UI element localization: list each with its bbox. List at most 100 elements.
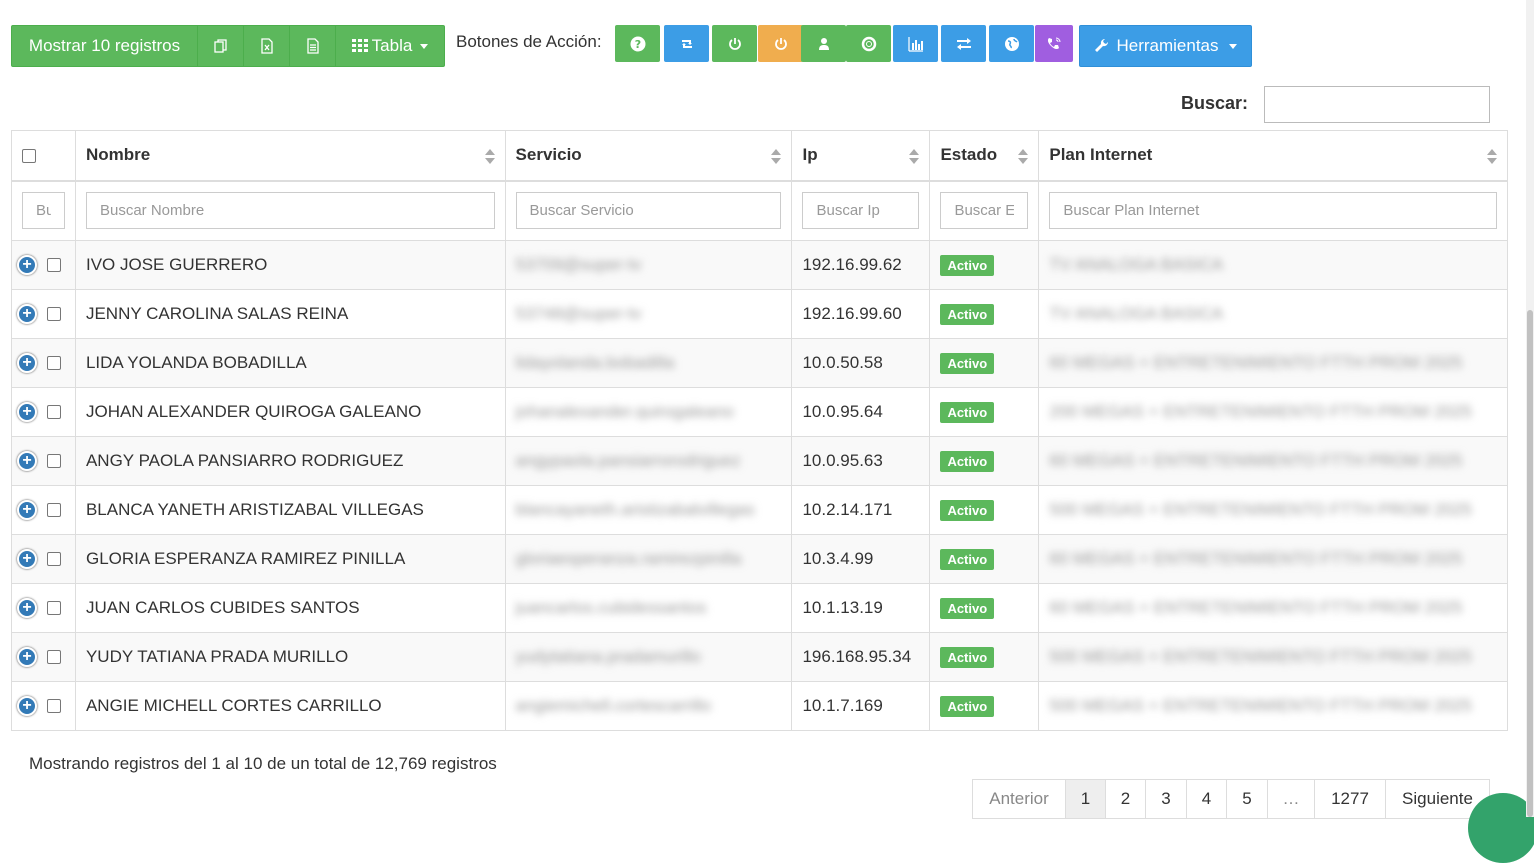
cell-ip: 10.0.50.58 [791, 338, 931, 388]
expand-row-icon[interactable]: + [17, 500, 37, 521]
pagination-previous[interactable]: Anterior [972, 779, 1066, 819]
row-checkbox[interactable] [47, 650, 61, 665]
lifebuoy-icon [861, 36, 876, 51]
cell-ip: 10.0.95.63 [791, 436, 931, 486]
table-row[interactable]: + GLORIA ESPERANZA RAMIREZ PINILLA gloriae… [11, 534, 1508, 584]
cell-ip: 10.1.7.169 [791, 681, 931, 731]
table-row[interactable]: + BLANCA YANETH ARISTIZABAL VILLEGAS blanc… [11, 485, 1508, 535]
transfer-icon [956, 37, 971, 50]
status-badge: Activo [940, 402, 995, 423]
scrollbar-thumb[interactable] [1527, 310, 1533, 817]
expand-row-icon[interactable]: + [17, 451, 37, 472]
cell-plan: 60 MEGAS + ENTRETENIMIENTO FTTH PROM 202… [1038, 436, 1508, 486]
cell-servicio: 53709@super-tv [504, 240, 793, 290]
table-row[interactable]: + JENNY CAROLINA SALAS REINA 53748@super-t… [11, 289, 1508, 339]
expand-row-icon[interactable]: + [17, 647, 37, 668]
expand-row-icon[interactable]: + [17, 549, 37, 570]
column-header-estado[interactable]: Estado [929, 130, 1040, 182]
stats-button[interactable] [893, 25, 938, 62]
row-checkbox[interactable] [47, 454, 61, 469]
filter-input-nombre[interactable] [85, 192, 495, 230]
cell-nombre: ANGIE MICHELL CORTES CARRILLO [74, 681, 506, 731]
row-checkbox[interactable] [47, 601, 61, 616]
row-checkbox[interactable] [47, 307, 61, 322]
csv-button[interactable] [290, 25, 336, 67]
power-icon [728, 37, 741, 50]
select-all-checkbox[interactable] [22, 148, 36, 163]
cell-estado: Activo [929, 240, 1040, 290]
cell-servicio: johanalexander.quirogaleano [504, 387, 793, 437]
transfer-button[interactable] [941, 25, 986, 62]
table-row[interactable]: + YUDY TATIANA PRADA MURILLO yudytatiana.p… [11, 632, 1508, 682]
row-checkbox[interactable] [47, 503, 61, 518]
question-icon: ? [630, 36, 645, 51]
retweet-button[interactable] [664, 25, 709, 62]
pagination-page[interactable]: 4 [1187, 779, 1227, 819]
filter-input-plan[interactable] [1049, 192, 1497, 230]
cell-servicio: 53748@super-tv [504, 289, 793, 339]
chat-widget-button[interactable] [1468, 793, 1534, 863]
pagination-page[interactable]: 2 [1106, 779, 1146, 819]
expand-row-icon[interactable]: + [17, 255, 37, 276]
filter-input-select[interactable] [22, 192, 65, 230]
table-row[interactable]: + ANGIE MICHELL CORTES CARRILLO angiemiche… [11, 681, 1508, 731]
copy-button[interactable] [198, 25, 244, 67]
table-row[interactable]: + LIDA YOLANDA BOBADILLA lidayolanda.bobad… [11, 338, 1508, 388]
scrollbar[interactable] [1526, 0, 1534, 817]
row-checkbox[interactable] [47, 356, 61, 371]
tools-dropdown-button[interactable]: Herramientas [1079, 25, 1252, 67]
expand-row-icon[interactable]: + [17, 402, 37, 423]
expand-row-icon[interactable]: + [17, 696, 37, 717]
clients-table: Nombre Servicio Ip Estado Plan Internet … [11, 130, 1508, 731]
sort-icon [1018, 149, 1029, 164]
cell-estado: Activo [929, 583, 1040, 633]
pagination-page[interactable]: 5 [1227, 779, 1268, 819]
expand-row-icon[interactable]: + [17, 353, 37, 374]
cell-servicio: lidayolanda.bobadilla [504, 338, 793, 388]
filter-input-ip[interactable] [802, 192, 920, 230]
toolbar: Mostrar 10 registros Tabla [11, 25, 445, 67]
column-header-ip[interactable]: Ip [791, 130, 931, 182]
table-row[interactable]: + ANGY PAOLA PANSIARRO RODRIGUEZ angypaola… [11, 436, 1508, 486]
filter-input-servicio[interactable] [515, 192, 782, 230]
expand-row-icon[interactable]: + [17, 304, 37, 325]
globe-button[interactable] [989, 25, 1034, 62]
user-button[interactable] [801, 25, 846, 62]
cell-plan: 60 MEGAS + ENTRETENIMIENTO FTTH PROM 202… [1038, 338, 1508, 388]
table-view-label: Tabla [371, 36, 413, 55]
column-header-nombre[interactable]: Nombre [74, 130, 506, 182]
table-view-button[interactable]: Tabla [336, 25, 445, 67]
cell-nombre: JUAN CARLOS CUBIDES SANTOS [74, 583, 506, 633]
row-checkbox[interactable] [47, 699, 61, 714]
table-row[interactable]: + JUAN CARLOS CUBIDES SANTOS juancarlos.cu… [11, 583, 1508, 633]
call-button[interactable] [1035, 25, 1073, 62]
search-input[interactable] [1264, 86, 1490, 123]
status-badge: Activo [940, 353, 995, 374]
pagination-page[interactable]: 1277 [1315, 779, 1386, 819]
column-header-plan[interactable]: Plan Internet [1038, 130, 1508, 182]
help-button[interactable]: ? [615, 25, 660, 62]
chevron-down-icon [1228, 43, 1237, 49]
table-row[interactable]: + IVO JOSE GUERRERO 53709@super-tv 192.16.9… [11, 240, 1508, 290]
bar-chart-icon [907, 36, 923, 52]
row-checkbox[interactable] [47, 405, 61, 420]
support-button[interactable] [846, 25, 891, 62]
status-badge: Activo [940, 647, 995, 668]
row-checkbox[interactable] [47, 258, 61, 273]
row-checkbox[interactable] [47, 552, 61, 567]
expand-row-icon[interactable]: + [17, 598, 37, 619]
select-all-header [11, 130, 76, 182]
show-records-button[interactable]: Mostrar 10 registros [11, 25, 198, 67]
power-on-button[interactable] [712, 25, 757, 62]
table-row[interactable]: + JOHAN ALEXANDER QUIROGA GALEANO johanale… [11, 387, 1508, 437]
cell-plan: 60 MEGAS + ENTRETENIMIENTO FTTH PROM 202… [1038, 583, 1508, 633]
status-badge: Activo [940, 500, 995, 521]
power-off-button[interactable] [758, 25, 803, 62]
pagination-page[interactable]: 3 [1146, 779, 1187, 819]
cell-servicio: blancayaneth.aristizabalvillegas [504, 485, 793, 535]
cell-plan: TV ANALOGA BASICA [1038, 289, 1508, 339]
filter-input-estado[interactable] [940, 192, 1029, 230]
excel-button[interactable] [244, 25, 290, 67]
pagination-page[interactable]: 1 [1066, 779, 1106, 819]
column-header-servicio[interactable]: Servicio [504, 130, 793, 182]
